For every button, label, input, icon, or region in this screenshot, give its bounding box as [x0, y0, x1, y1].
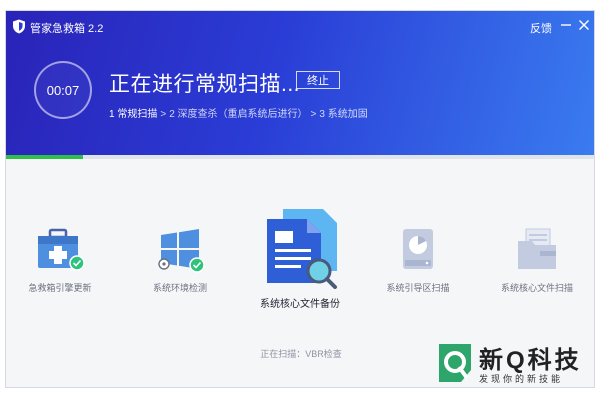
scan-header: 管家急救箱 2.2 反馈 00:07 正在进行常规扫描... 终止 1 常规扫描…	[6, 11, 594, 159]
app-title: 管家急救箱 2.2	[30, 23, 104, 35]
document-search-icon	[267, 209, 337, 289]
hard-drive-icon	[403, 229, 433, 269]
item-label: 系统引导区扫描	[386, 283, 450, 293]
scan-steps: 1 常规扫描 >2 深度查杀（重启系统后进行） >3 系统加固	[109, 105, 368, 120]
q-logo-icon	[439, 344, 471, 382]
stop-button[interactable]: 终止	[296, 71, 340, 89]
minimize-icon[interactable]	[558, 17, 574, 33]
folder-files-icon	[518, 228, 556, 269]
item-label: 系统环境检测	[152, 283, 207, 293]
item-label: 急救箱引擎更新	[28, 283, 92, 293]
watermark-subtitle: 发现你的新技能	[479, 374, 564, 384]
step-separator: >	[310, 109, 317, 120]
close-icon[interactable]	[576, 17, 592, 33]
timer-text: 00:07	[46, 82, 80, 98]
item-engine-update[interactable]: 急救箱引擎更新	[20, 225, 100, 294]
step-3: 3 系统加固	[319, 109, 368, 120]
step-separator: >	[160, 109, 167, 120]
watermark-title: 新Q科技	[479, 347, 582, 374]
elapsed-timer: 00:07	[34, 61, 92, 119]
step-2: 2 深度查杀（重启系统后进行）	[169, 109, 308, 120]
shield-logo-icon	[13, 19, 25, 34]
item-core-scan[interactable]: 系统核心文件扫描	[492, 225, 582, 294]
feedback-link[interactable]: 反馈	[530, 20, 552, 36]
item-core-backup[interactable]: 系统核心文件备份	[252, 205, 348, 310]
title-bar: 管家急救箱 2.2 反馈	[6, 11, 594, 41]
stop-button-label: 终止	[307, 75, 329, 87]
medical-kit-icon	[38, 228, 85, 271]
item-env-check[interactable]: 系统环境检测	[140, 225, 220, 294]
item-label: 系统核心文件备份	[260, 299, 340, 310]
windows-gear-icon	[158, 229, 205, 273]
item-boot-scan[interactable]: 系统引导区扫描	[378, 225, 458, 294]
watermark-logo: 新Q科技 发现你的新技能	[435, 338, 595, 390]
app-window: 管家急救箱 2.2 反馈 00:07 正在进行常规扫描... 终止 1 常规扫描…	[5, 10, 595, 388]
step-1: 1 常规扫描	[109, 109, 158, 120]
scan-title: 正在进行常规扫描...	[109, 73, 301, 96]
item-label: 系统核心文件扫描	[500, 283, 573, 293]
